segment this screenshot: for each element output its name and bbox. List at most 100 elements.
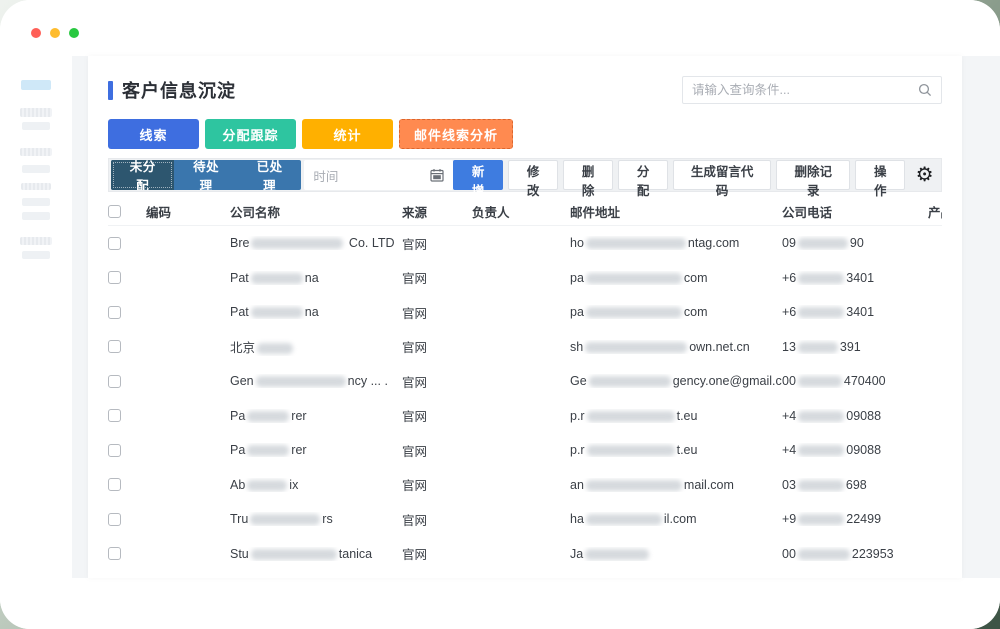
cell-email: pacom: [570, 271, 782, 285]
edit-button[interactable]: 修改: [508, 160, 558, 190]
cell-email: Ja: [570, 547, 782, 561]
cell-company: Parer: [230, 409, 402, 423]
tab-unassigned[interactable]: 未分配: [111, 160, 174, 190]
table-body: Bre Co. LTD官网hontag.com0990Patna官网pacom+…: [108, 226, 942, 571]
row-checkbox[interactable]: [108, 409, 121, 422]
redacted-text: [798, 445, 844, 456]
delete-button[interactable]: 删除: [563, 160, 613, 190]
search-input[interactable]: [692, 83, 918, 97]
sidebar-item[interactable]: [22, 198, 50, 206]
table-row: Genncy ... .官网Gegency.one@gmail.com00470…: [108, 364, 942, 399]
statistics-button[interactable]: 统计: [302, 119, 393, 149]
redacted-text: [586, 514, 662, 525]
row-checkbox[interactable]: [108, 306, 121, 319]
cell-source: 官网: [402, 268, 472, 287]
cell-phone: 00223953: [782, 547, 902, 561]
window-titlebar: [0, 0, 1000, 56]
table-row: Patna官网 pacom+63401: [108, 261, 942, 296]
cell-company: 北京: [230, 337, 402, 356]
cell-source: 官网: [402, 234, 472, 253]
date-filter-input[interactable]: 时间: [304, 160, 453, 190]
cell-phone: +922499: [782, 512, 902, 526]
gear-icon[interactable]: ⚙: [910, 160, 939, 190]
cell-phone: +63401: [782, 271, 902, 285]
leads-button[interactable]: 线索: [108, 119, 199, 149]
redacted-text: [798, 273, 844, 284]
page-title: 客户信息沉淀: [108, 77, 236, 103]
close-window-button[interactable]: [31, 28, 41, 38]
col-header-product: 产品名称: [902, 202, 942, 221]
row-checkbox[interactable]: [108, 444, 121, 457]
cell-phone: +409088: [782, 443, 902, 457]
sidebar-item[interactable]: [21, 183, 51, 190]
table-row: Parer官网p.rt.eu+409088: [108, 399, 942, 434]
sidebar-item[interactable]: [20, 148, 52, 156]
redacted-text: [798, 307, 844, 318]
col-header-code: 编码: [146, 202, 230, 221]
row-checkbox[interactable]: [108, 375, 121, 388]
cell-email: Gegency.one@gmail.com: [570, 374, 782, 388]
row-checkbox[interactable]: [108, 271, 121, 284]
assign-track-button[interactable]: 分配跟踪: [205, 119, 296, 149]
search-icon[interactable]: [918, 83, 932, 97]
cell-company: Parer: [230, 443, 402, 457]
cell-email: pacom: [570, 305, 782, 319]
cell-company: Patna: [230, 305, 402, 319]
traffic-lights: [31, 28, 79, 38]
assign-button[interactable]: 分配: [618, 160, 668, 190]
cell-email: hontag.com: [570, 236, 782, 250]
table-row: Abix官网anmail.com03698: [108, 468, 942, 503]
sidebar-nav: [0, 56, 72, 629]
main-content: 客户信息沉淀 线索 分配跟踪: [72, 56, 1000, 629]
cell-email: p.rt.eu: [570, 409, 782, 423]
row-checkbox[interactable]: [108, 478, 121, 491]
minimize-window-button[interactable]: [50, 28, 60, 38]
table-row: Patna官网 pacom+63401: [108, 295, 942, 330]
delete-record-button[interactable]: 删除记录: [776, 160, 850, 190]
select-all-checkbox[interactable]: [108, 205, 121, 218]
cell-company: Stutanica: [230, 547, 402, 561]
generate-message-code-button[interactable]: 生成留言代码: [673, 160, 771, 190]
table-row: Bre Co. LTD官网hontag.com0990: [108, 226, 942, 261]
redacted-text: [247, 480, 287, 491]
zoom-window-button[interactable]: [69, 28, 79, 38]
search-box[interactable]: [682, 76, 942, 104]
cell-source: 官网: [402, 372, 472, 391]
cell-phone: +63401: [782, 305, 902, 319]
tab-pending[interactable]: 待处理: [174, 160, 237, 190]
redacted-text: [798, 376, 842, 387]
table-actions: 新增 修改 删除 分配 生成留言代码 删除记录 操作 ⚙: [453, 160, 939, 190]
redacted-text: [586, 238, 686, 249]
redacted-text: [798, 549, 850, 560]
sidebar-item[interactable]: [20, 237, 52, 245]
tab-processed[interactable]: 已处理: [238, 160, 301, 190]
cell-company: Patna: [230, 271, 402, 285]
redacted-text: [257, 343, 293, 354]
sidebar-item[interactable]: [22, 251, 50, 259]
row-checkbox[interactable]: [108, 340, 121, 353]
cell-email: hail.com: [570, 512, 782, 526]
cell-company: Genncy ... .: [230, 374, 402, 388]
cell-source: 官网: [402, 303, 472, 322]
redacted-text: [586, 480, 682, 491]
col-header-phone: 公司电话: [782, 202, 902, 221]
sidebar-item-active[interactable]: [21, 80, 51, 90]
title-accent-bar: [108, 81, 113, 100]
sidebar-item[interactable]: [22, 122, 50, 130]
cell-company: Trurs: [230, 512, 402, 526]
row-checkbox[interactable]: [108, 237, 121, 250]
redacted-text: [256, 376, 346, 387]
row-checkbox[interactable]: [108, 547, 121, 560]
sidebar-item[interactable]: [20, 108, 52, 117]
redacted-text: [251, 307, 303, 318]
cell-phone: +409088: [782, 409, 902, 423]
email-lead-analysis-button[interactable]: 邮件线索分析: [399, 119, 513, 149]
sidebar-item[interactable]: [22, 212, 50, 220]
operation-button[interactable]: 操作: [855, 160, 905, 190]
add-button[interactable]: 新增: [453, 160, 503, 190]
sidebar-item[interactable]: [22, 165, 50, 173]
row-checkbox[interactable]: [108, 513, 121, 526]
cell-email: p.rt.eu: [570, 443, 782, 457]
page-title-text: 客户信息沉淀: [122, 77, 236, 103]
status-filter-tabs: 未分配 待处理 已处理: [111, 160, 301, 190]
